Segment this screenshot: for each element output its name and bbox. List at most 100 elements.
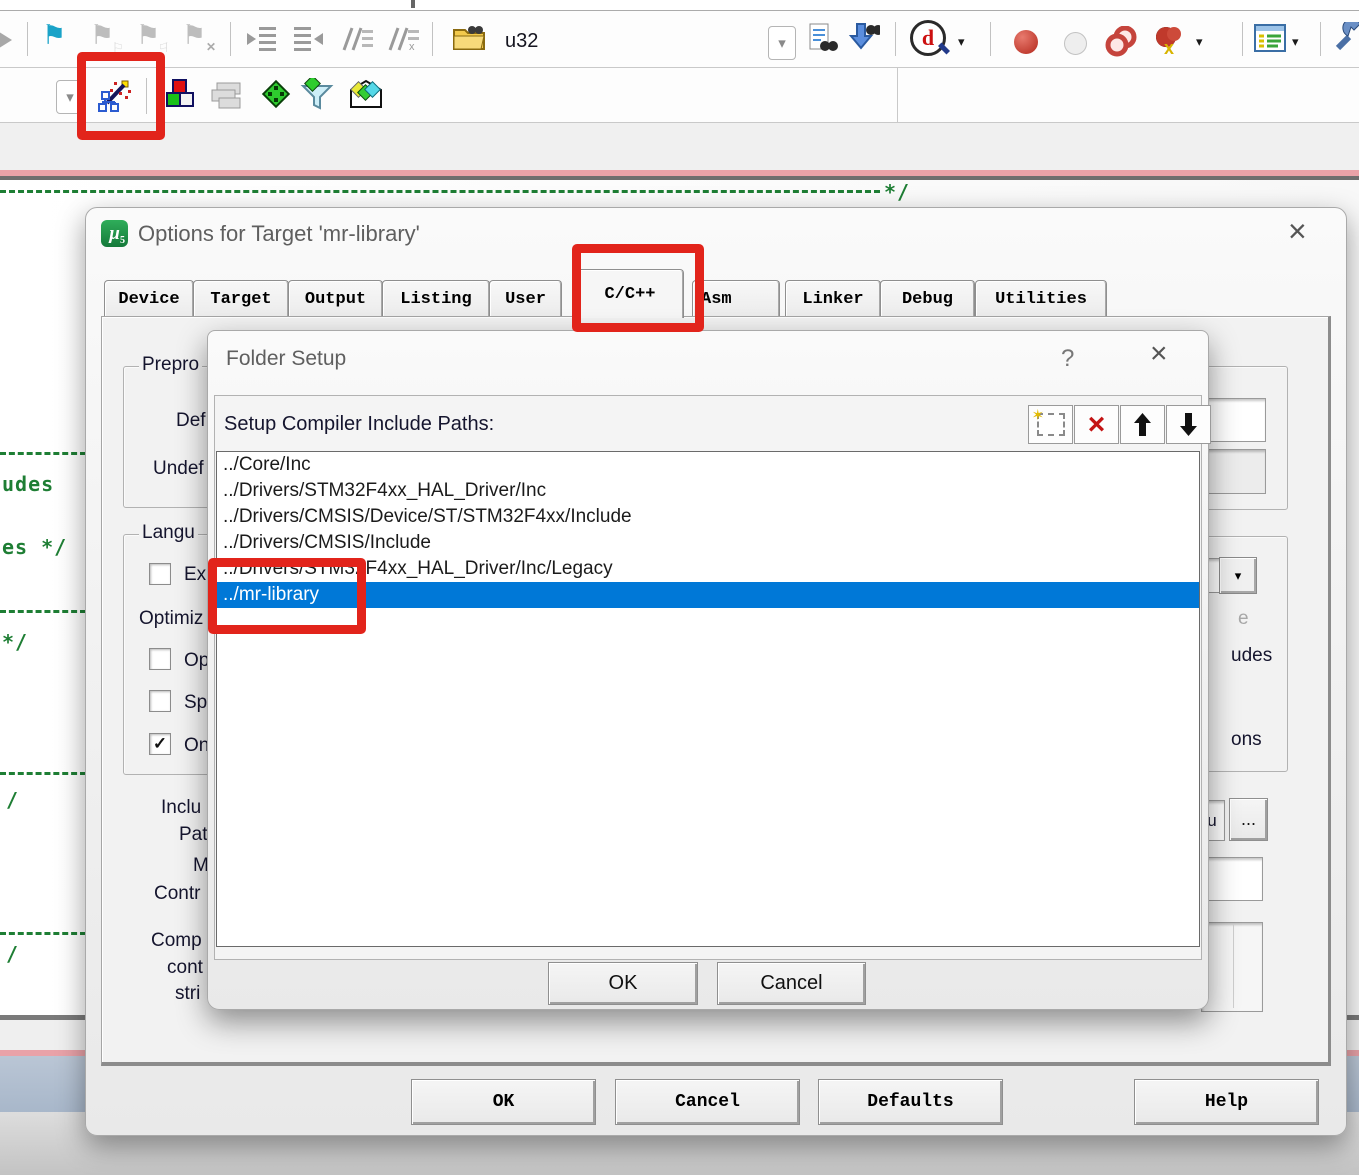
help-button[interactable]: Help <box>1134 1079 1319 1125</box>
tab-utilities[interactable]: Utilities <box>975 280 1107 318</box>
tab-asm[interactable]: Asm <box>692 280 780 317</box>
separator <box>230 22 231 56</box>
include-paths-label-1: Inclu <box>161 797 201 819</box>
compiler-string-box-fragment <box>1201 922 1263 1012</box>
define-label: Def <box>176 410 206 432</box>
comment-dash-line <box>0 610 86 613</box>
bookmark-next-icon[interactable]: ⚑ <box>90 22 114 49</box>
tab-output[interactable]: Output <box>288 280 383 318</box>
file-extensions-icon[interactable] <box>208 82 242 110</box>
separator <box>1320 22 1321 56</box>
include-paths-list: ../Core/Inc ../Drivers/STM32F4xx_HAL_Dri… <box>216 451 1200 947</box>
delete-path-button[interactable]: × <box>1074 405 1119 444</box>
bookmark-prev-icon[interactable]: ⚑ <box>136 22 160 49</box>
move-up-button[interactable] <box>1120 405 1165 444</box>
comment-dash-line <box>0 932 86 935</box>
help-icon[interactable]: ? <box>1061 347 1074 371</box>
one-elf-section-checkbox[interactable]: ✓ <box>149 733 171 755</box>
right-fragment-e: e <box>1238 608 1249 630</box>
execute-only-label: Ex <box>184 564 206 586</box>
comment-dash-line <box>0 190 880 193</box>
compiler-string-divider <box>1233 924 1234 1008</box>
define-search-icon[interactable]: d <box>910 20 950 56</box>
uncomment-icon[interactable]: x <box>386 26 420 52</box>
cancel-button[interactable]: Cancel <box>615 1079 800 1125</box>
path-list-item[interactable]: ../Drivers/STM32F4xx_HAL_Driver/Inc <box>217 478 1199 504</box>
close-icon[interactable]: × <box>1288 218 1307 244</box>
optimize-time-checkbox[interactable] <box>149 648 171 670</box>
new-path-button[interactable]: ✶ <box>1028 405 1073 444</box>
up-arrow-icon <box>1134 413 1151 436</box>
insert-breakpoint-icon[interactable] <box>1014 30 1038 54</box>
tab-listing[interactable]: Listing <box>382 280 490 318</box>
code-fragment: */ <box>884 180 910 204</box>
separator <box>1242 22 1243 56</box>
tab-debug[interactable]: Debug <box>880 280 975 318</box>
disable-breakpoint-icon[interactable] <box>1064 32 1087 55</box>
bookmark-clear-icon[interactable]: ⚑ <box>182 22 206 49</box>
define-search-dropdown-arrow[interactable]: ▾ <box>958 34 965 50</box>
define-field-fragment[interactable] <box>1206 398 1266 442</box>
incremental-find-icon[interactable] <box>848 22 880 54</box>
comment-dash-line <box>0 452 86 455</box>
annotation-rect-options-icon <box>77 52 165 140</box>
misc-controls-field-fragment[interactable] <box>1201 857 1263 901</box>
separator <box>432 22 433 56</box>
breakpoints-dropdown-arrow[interactable]: ▾ <box>1196 34 1203 50</box>
split-load-store-checkbox[interactable] <box>149 690 171 712</box>
tab-device[interactable]: Device <box>104 280 194 318</box>
annotation-rect-mr-library <box>208 558 366 634</box>
comment-icon[interactable] <box>340 26 374 52</box>
tab-user[interactable]: User <box>489 280 562 318</box>
misc-controls-label-2: Contr <box>154 883 200 905</box>
find-in-files-icon[interactable] <box>806 22 838 54</box>
filter-diamond-icon[interactable] <box>300 78 334 110</box>
execute-only-checkbox[interactable] <box>149 563 171 585</box>
warnings-combo-arrow[interactable]: ▾ <box>1219 557 1257 594</box>
search-dropdown[interactable]: ▾ <box>768 26 796 60</box>
tab-linker[interactable]: Linker <box>785 280 881 318</box>
undefine-field-fragment[interactable] <box>1206 449 1266 494</box>
search-term-text[interactable]: u32 <box>505 30 538 53</box>
close-icon[interactable]: × <box>1150 341 1168 367</box>
optimize-time-label: Op <box>184 650 209 672</box>
gray-band <box>0 123 1359 170</box>
include-paths-browse-button[interactable]: ... <box>1229 798 1268 841</box>
window-list-icon[interactable] <box>1254 24 1286 52</box>
toolbar-row-2 <box>0 68 1359 123</box>
target-build-blocks-icon[interactable] <box>164 78 196 112</box>
separator <box>895 22 896 56</box>
language-group-label: Langu <box>139 522 198 544</box>
indent-left-icon[interactable] <box>292 26 324 52</box>
disable-all-breakpoints-icon[interactable] <box>1104 26 1140 58</box>
uvision-app-icon: µ5 <box>101 220 128 247</box>
compiler-string-label-2: cont <box>167 957 203 979</box>
paths-toolbar: ✶ × <box>1027 405 1211 444</box>
one-elf-section-label: On <box>184 735 209 757</box>
optimization-label: Optimiz <box>139 608 203 630</box>
play-arrow-icon[interactable] <box>0 30 12 50</box>
manage-run-time-environment-icon[interactable] <box>260 78 292 110</box>
wrench-icon[interactable] <box>1334 22 1359 52</box>
code-fragment: es */ <box>2 535 67 559</box>
defaults-button[interactable]: Defaults <box>818 1079 1003 1125</box>
keil-uvision-window: ⚑ ⚑ ⚐ ⚑ ⚐ ⚑ ✕ x u32 ▾ d ▾ x ▾ ▾ ▾ */ ude… <box>0 0 1359 1175</box>
pack-installer-icon[interactable] <box>348 78 384 110</box>
code-fragment: udes <box>2 472 54 496</box>
svg-text:x: x <box>409 41 415 52</box>
tab-target[interactable]: Target <box>193 280 289 318</box>
folder-cancel-button[interactable]: Cancel <box>717 962 866 1005</box>
include-paths-label-2: Pat <box>179 824 208 846</box>
path-list-item[interactable]: ../Drivers/CMSIS/Device/ST/STM32F4xx/Inc… <box>217 504 1199 530</box>
window-list-dropdown-arrow[interactable]: ▾ <box>1292 34 1299 50</box>
bookmark-toggle-icon[interactable]: ⚑ <box>42 22 66 49</box>
move-down-button[interactable] <box>1166 405 1211 444</box>
ok-button[interactable]: OK <box>411 1079 596 1125</box>
path-list-item[interactable]: ../Drivers/CMSIS/Include <box>217 530 1199 556</box>
find-in-files-folder-icon[interactable] <box>452 22 488 52</box>
kill-all-breakpoints-icon[interactable]: x <box>1150 24 1186 58</box>
down-arrow-icon <box>1180 413 1197 436</box>
path-list-item[interactable]: ../Core/Inc <box>217 452 1199 478</box>
indent-right-icon[interactable] <box>246 26 278 52</box>
folder-ok-button[interactable]: OK <box>548 962 698 1005</box>
